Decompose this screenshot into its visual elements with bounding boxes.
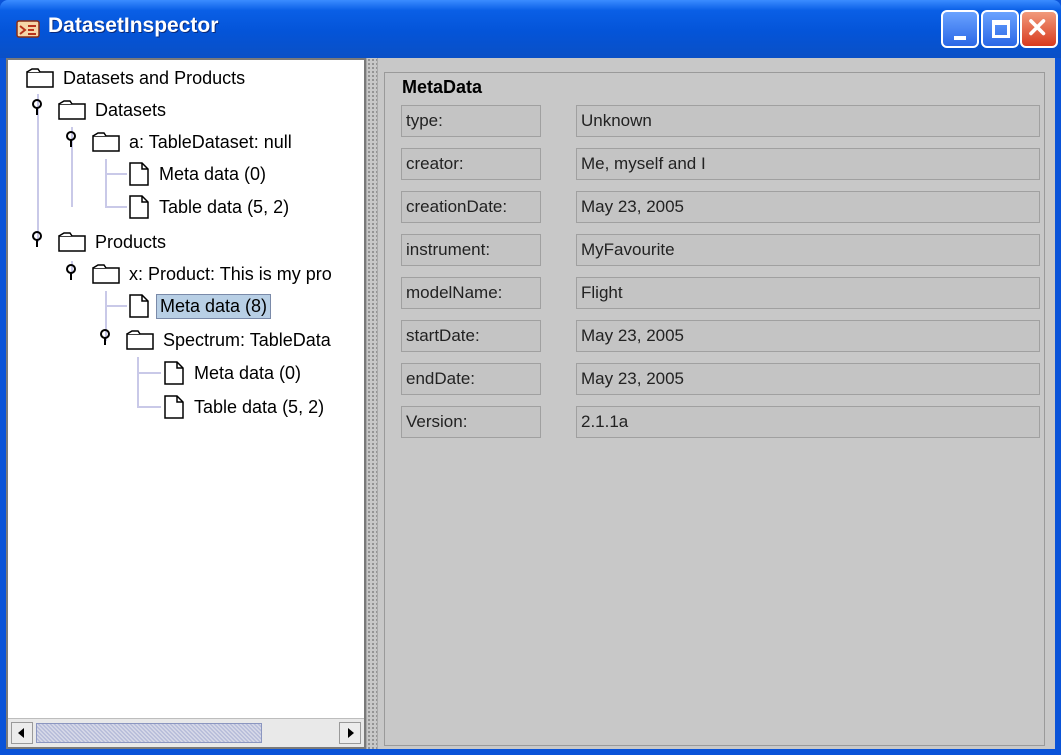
window-title: DatasetInspector <box>48 14 219 37</box>
folder-icon <box>58 232 86 252</box>
metadata-groupbox: MetaData type: Unknown creator: Me, myse… <box>384 72 1045 746</box>
metadata-row: instrument: MyFavourite <box>401 234 1041 266</box>
arrow-right-icon <box>348 728 354 738</box>
metadata-title: MetaData <box>399 77 486 98</box>
folder-icon <box>26 68 54 88</box>
tree-line <box>37 94 39 242</box>
tree-handle-icon[interactable] <box>99 328 111 346</box>
tree-node-label: Meta data (0) <box>194 362 302 383</box>
tree-node-spectrum[interactable]: Spectrum: TableData <box>126 326 334 354</box>
metadata-key: endDate: <box>401 363 541 395</box>
tree-line <box>105 159 107 207</box>
metadata-row: Version: 2.1.1a <box>401 406 1041 438</box>
file-icon <box>164 395 184 419</box>
file-icon <box>129 195 149 219</box>
tree-node-label: Datasets and Products <box>63 67 246 88</box>
tree-node-spectrum-table-data[interactable]: Table data (5, 2) <box>163 393 327 421</box>
tree-handle-icon[interactable] <box>31 230 43 248</box>
tree-line <box>137 357 139 407</box>
metadata-key: modelName: <box>401 277 541 309</box>
metadata-row: endDate: May 23, 2005 <box>401 363 1041 395</box>
folder-icon <box>92 132 120 152</box>
metadata-value: Flight <box>576 277 1040 309</box>
arrow-left-icon <box>18 728 24 738</box>
tree-node-datasets[interactable]: Datasets <box>58 96 169 124</box>
title-bar[interactable]: DatasetInspector <box>0 0 1061 58</box>
close-icon <box>1029 19 1046 36</box>
split-pane-divider[interactable] <box>366 58 378 749</box>
tree-handle-icon[interactable] <box>65 263 77 281</box>
tree-node-label: Table data (5, 2) <box>159 196 290 217</box>
tree-node-label: Meta data (0) <box>159 163 267 184</box>
folder-icon <box>92 264 120 284</box>
folder-icon <box>58 100 86 120</box>
tree-node-spectrum-meta-data[interactable]: Meta data (0) <box>163 359 304 387</box>
metadata-value: MyFavourite <box>576 234 1040 266</box>
tree-node-label: Products <box>95 231 167 252</box>
metadata-panel: MetaData type: Unknown creator: Me, myse… <box>378 58 1055 749</box>
maximize-button[interactable] <box>981 10 1019 48</box>
tree-node-label: Meta data (8) <box>156 293 272 319</box>
tree-node-meta-data-selected[interactable]: Meta data (8) <box>128 292 272 320</box>
dataset-tree[interactable]: Datasets and Products Datasets a: TableD… <box>8 60 364 710</box>
metadata-key: startDate: <box>401 320 541 352</box>
tree-handle-icon[interactable] <box>31 98 43 116</box>
tree-node-label: Datasets <box>95 99 167 120</box>
scrollbar-thumb[interactable] <box>36 723 262 743</box>
tree-line <box>137 372 161 374</box>
tree-node-table-dataset[interactable]: a: TableDataset: null <box>92 128 295 156</box>
metadata-row: startDate: May 23, 2005 <box>401 320 1041 352</box>
maximize-icon <box>992 20 1010 38</box>
metadata-value: May 23, 2005 <box>576 191 1040 223</box>
metadata-value: Unknown <box>576 105 1040 137</box>
scroll-left-button[interactable] <box>11 722 33 744</box>
metadata-value: Me, myself and I <box>576 148 1040 180</box>
metadata-key: Version: <box>401 406 541 438</box>
tree-node-root[interactable]: Datasets and Products <box>26 64 248 92</box>
metadata-row: creator: Me, myself and I <box>401 148 1041 180</box>
metadata-key: instrument: <box>401 234 541 266</box>
dataset-inspector-window: DatasetInspector Datasets and Products D… <box>0 0 1061 755</box>
tree-line <box>105 206 127 208</box>
tree-panel: Datasets and Products Datasets a: TableD… <box>6 58 366 749</box>
metadata-key: creator: <box>401 148 541 180</box>
close-button[interactable] <box>1020 10 1058 48</box>
tree-node-products[interactable]: Products <box>58 228 169 256</box>
minimize-button[interactable] <box>941 10 979 48</box>
tree-node-label: a: TableDataset: null <box>129 131 292 152</box>
tree-node-table-data[interactable]: Table data (5, 2) <box>128 193 292 221</box>
horizontal-scrollbar[interactable] <box>8 718 364 747</box>
scroll-right-button[interactable] <box>339 722 361 744</box>
file-icon <box>129 294 149 318</box>
metadata-row: type: Unknown <box>401 105 1041 137</box>
tree-line <box>105 305 127 307</box>
metadata-value: May 23, 2005 <box>576 363 1040 395</box>
minimize-icon <box>954 36 966 40</box>
metadata-value: May 23, 2005 <box>576 320 1040 352</box>
file-icon <box>129 162 149 186</box>
tree-node-label: x: Product: This is my pro <box>129 263 332 284</box>
tree-line <box>137 406 161 408</box>
metadata-row: creationDate: May 23, 2005 <box>401 191 1041 223</box>
tree-node-label: Spectrum: TableData <box>163 329 331 350</box>
folder-icon <box>126 330 154 350</box>
app-icon <box>16 20 40 38</box>
tree-handle-icon[interactable] <box>65 130 77 148</box>
client-area: Datasets and Products Datasets a: TableD… <box>6 58 1055 749</box>
metadata-key: creationDate: <box>401 191 541 223</box>
metadata-row: modelName: Flight <box>401 277 1041 309</box>
tree-node-label: Table data (5, 2) <box>194 396 325 417</box>
metadata-value: 2.1.1a <box>576 406 1040 438</box>
metadata-key: type: <box>401 105 541 137</box>
tree-node-meta-data[interactable]: Meta data (0) <box>128 160 269 188</box>
tree-line <box>105 173 127 175</box>
tree-node-product[interactable]: x: Product: This is my pro <box>92 260 335 288</box>
file-icon <box>164 361 184 385</box>
